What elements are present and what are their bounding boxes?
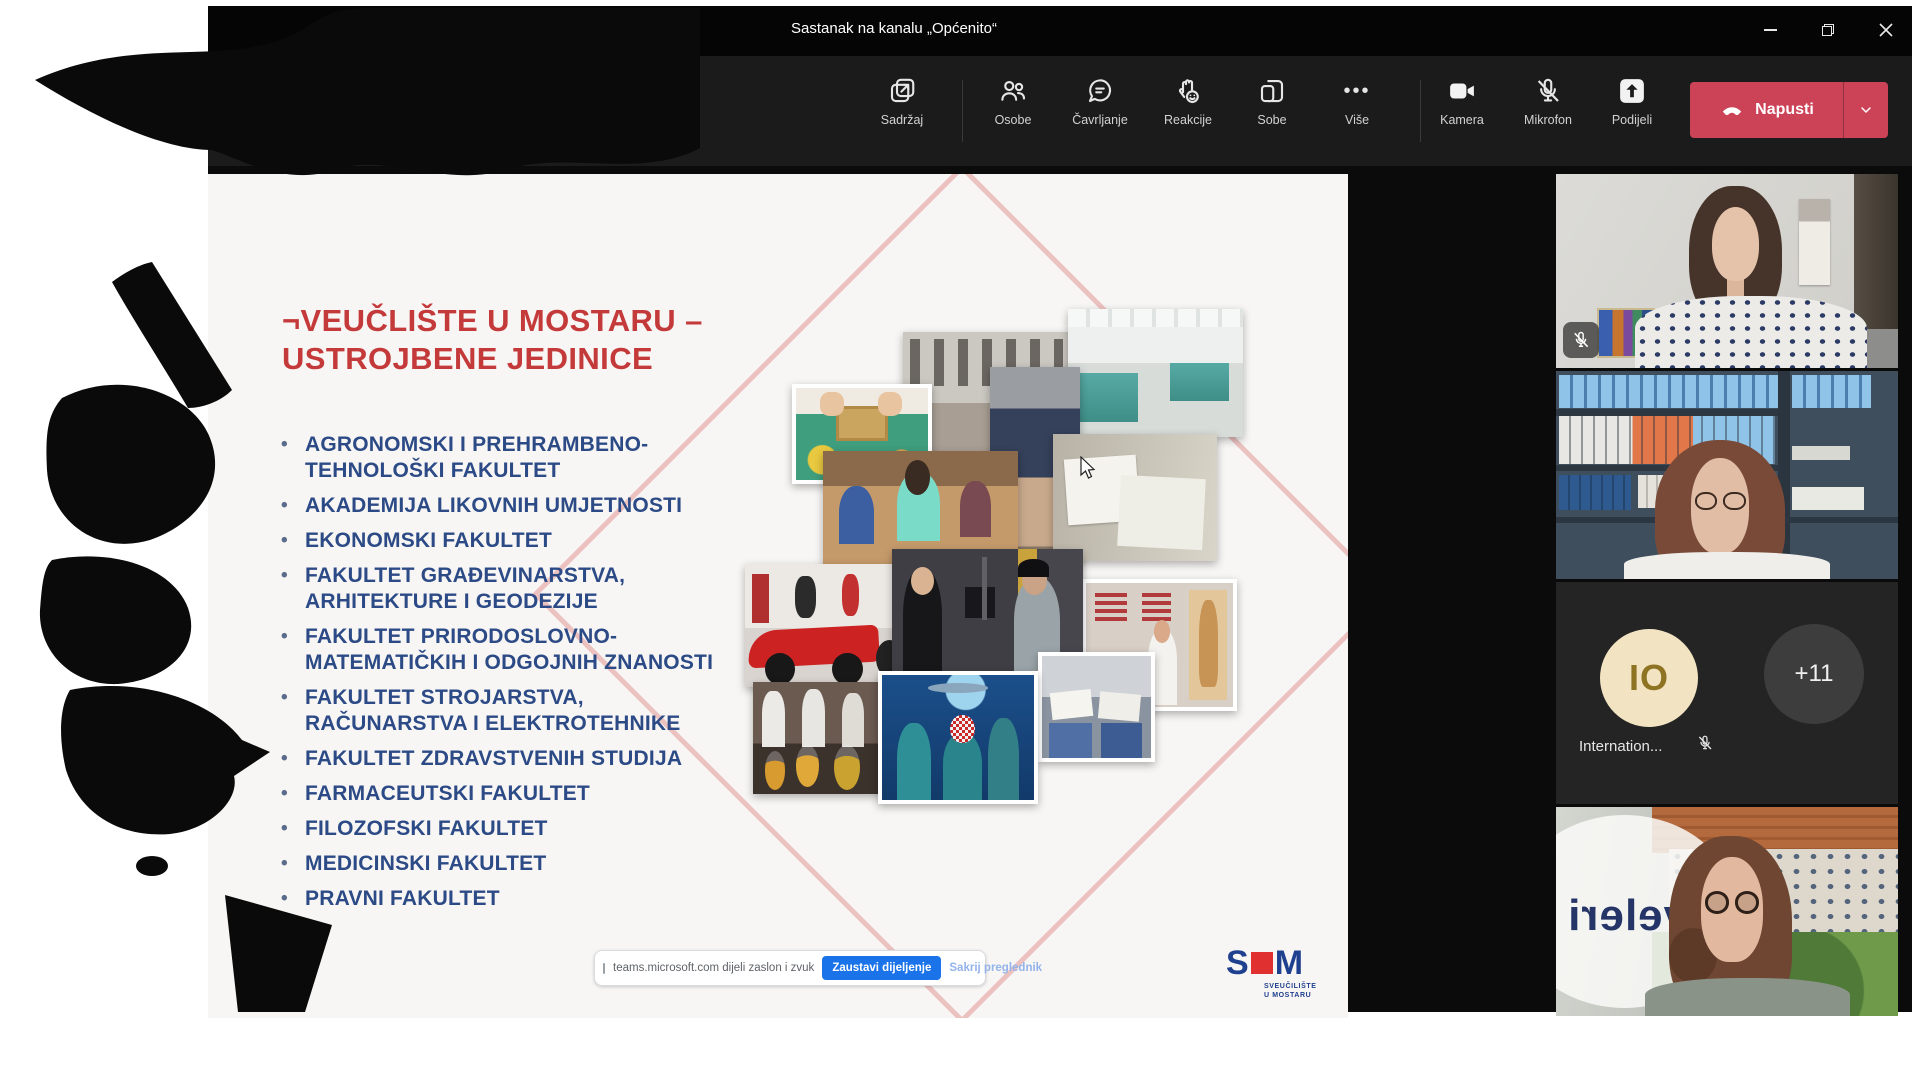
leave-options-button[interactable]	[1844, 102, 1888, 118]
avatar: IO	[1600, 629, 1698, 727]
toolbar-item-camera[interactable]: Kamera	[1419, 70, 1505, 154]
faculty-item: PRAVNI FAKULTET	[278, 886, 718, 912]
screen-share-icon	[603, 963, 605, 974]
participant-video-tile-2[interactable]	[1556, 371, 1898, 579]
close-button[interactable]	[1864, 10, 1908, 50]
toolbar-item-rooms[interactable]: Sobe	[1229, 70, 1315, 154]
logo-letter-m: M	[1275, 946, 1303, 980]
wall-poster	[1799, 199, 1830, 284]
photo-archaeology-papers	[1053, 434, 1217, 561]
photo-operating-room	[878, 671, 1038, 804]
teams-meeting-window: Sastanak na kanalu „Općenito“ Sadržaj	[208, 6, 1912, 1012]
muted-badge	[1563, 322, 1599, 358]
toolbar-item-chat[interactable]: Čavrljanje	[1057, 70, 1143, 154]
muted-icon	[1696, 734, 1714, 757]
slide-title: ¬VEUČLIŠTE U MOSTARU – USTROJBENE JEDINI…	[282, 302, 842, 378]
stop-sharing-button[interactable]: Zaustavi dijeljenje	[822, 956, 941, 980]
cabinet	[1854, 174, 1898, 329]
participant-name-label: Internation...	[1579, 738, 1662, 755]
more-icon: •••	[1343, 76, 1370, 106]
glasses	[1695, 492, 1746, 511]
faculty-list: AGRONOMSKI I PREHRAMBENO- TEHNOLOŠKI FAK…	[278, 432, 718, 921]
toolbar-separator	[962, 80, 963, 142]
minimize-button[interactable]	[1748, 10, 1792, 50]
toolbar-item-microphone[interactable]: Mikrofon	[1505, 70, 1591, 154]
mouse-cursor	[1080, 456, 1098, 480]
rooms-icon	[1257, 76, 1287, 106]
faculty-item: AGRONOMSKI I PREHRAMBENO- TEHNOLOŠKI FAK…	[278, 432, 718, 484]
faculty-item: FAKULTET STROJARSTVA, RAČUNARSTVA I ELEK…	[278, 685, 718, 737]
glasses	[1705, 891, 1760, 914]
mic-off-icon	[1533, 76, 1563, 106]
photo-formula-race-car	[745, 564, 913, 687]
minimize-icon	[1764, 29, 1777, 31]
meeting-stage: ¬VEUČLIŠTE U MOSTARU – USTROJBENE JEDINI…	[208, 166, 1912, 1012]
faculty-item: FAKULTET ZDRAVSTVENIH STUDIJA	[278, 746, 718, 772]
faculty-item: FAKULTET GRAĐEVINARSTVA, ARHITEKTURE I G…	[278, 563, 718, 615]
hide-viewer-button[interactable]: Sakrij preglednik	[949, 962, 1042, 974]
title-bar: Sastanak na kanalu „Općenito“	[208, 6, 1912, 56]
faculty-item: MEDICINSKI FAKULTET	[278, 851, 718, 877]
photo-lab-room	[1068, 309, 1243, 437]
participant-video-tile-3[interactable]: veleri	[1556, 807, 1898, 1016]
university-logo: S M SVEUČILIŠTE U MOSTARU	[1226, 946, 1326, 1010]
chat-icon	[1085, 76, 1115, 106]
shared-screen-slide: ¬VEUČLIŠTE U MOSTARU – USTROJBENE JEDINI…	[208, 174, 1348, 1018]
restore-icon	[1822, 24, 1834, 36]
camera-icon	[1447, 76, 1477, 106]
people-icon	[998, 76, 1028, 106]
leave-button-label: Napusti	[1755, 101, 1814, 119]
restore-button[interactable]	[1806, 10, 1850, 50]
participant-avatar-tile[interactable]: IO +11 Internation...	[1556, 582, 1898, 804]
faculty-item: EKONOMSKI FAKULTET	[278, 528, 718, 554]
toolbar-item-content[interactable]: Sadržaj	[859, 70, 945, 154]
faculty-item: FARMACEUTSKI FAKULTET	[278, 781, 718, 807]
toolbar-item-more[interactable]: ••• Više	[1314, 70, 1400, 154]
toolbar-item-people[interactable]: Osobe	[970, 70, 1056, 154]
meeting-title: Sastanak na kanalu „Općenito“	[791, 20, 997, 37]
meeting-toolbar: Sadržaj Osobe Čavrljanje	[208, 56, 1912, 166]
share-content-icon	[887, 76, 917, 106]
faculty-item: AKADEMIJA LIKOVNIH UMJETNOSTI	[278, 493, 718, 519]
browser-share-bar: teams.microsoft.com dijeli zaslon i zvuk…	[594, 950, 986, 986]
hangup-icon	[1719, 97, 1745, 123]
close-icon	[1879, 23, 1893, 37]
mic-off-icon	[1571, 330, 1591, 350]
logo-red-square	[1251, 952, 1273, 974]
overflow-participants-badge: +11	[1764, 624, 1864, 724]
toolbar-item-reactions[interactable]: Reakcije	[1145, 70, 1231, 154]
share-message: teams.microsoft.com dijeli zaslon i zvuk	[613, 962, 814, 974]
faculty-item: FAKULTET PRIRODOSLOVNO- MATEMATIČKIH I O…	[278, 624, 718, 676]
participant-video-tile-1[interactable]	[1556, 174, 1898, 368]
leave-button[interactable]: Napusti	[1690, 82, 1888, 138]
share-screen-icon	[1617, 76, 1647, 106]
chevron-down-icon	[1858, 102, 1874, 118]
reactions-icon	[1173, 76, 1203, 106]
logo-letter-s: S	[1226, 946, 1249, 980]
toolbar-item-share-screen[interactable]: Podijeli	[1589, 70, 1675, 154]
photo-students-reading	[1038, 652, 1155, 762]
photo-chemistry-lab	[753, 682, 897, 794]
faculty-item: FILOZOFSKI FAKULTET	[278, 816, 718, 842]
